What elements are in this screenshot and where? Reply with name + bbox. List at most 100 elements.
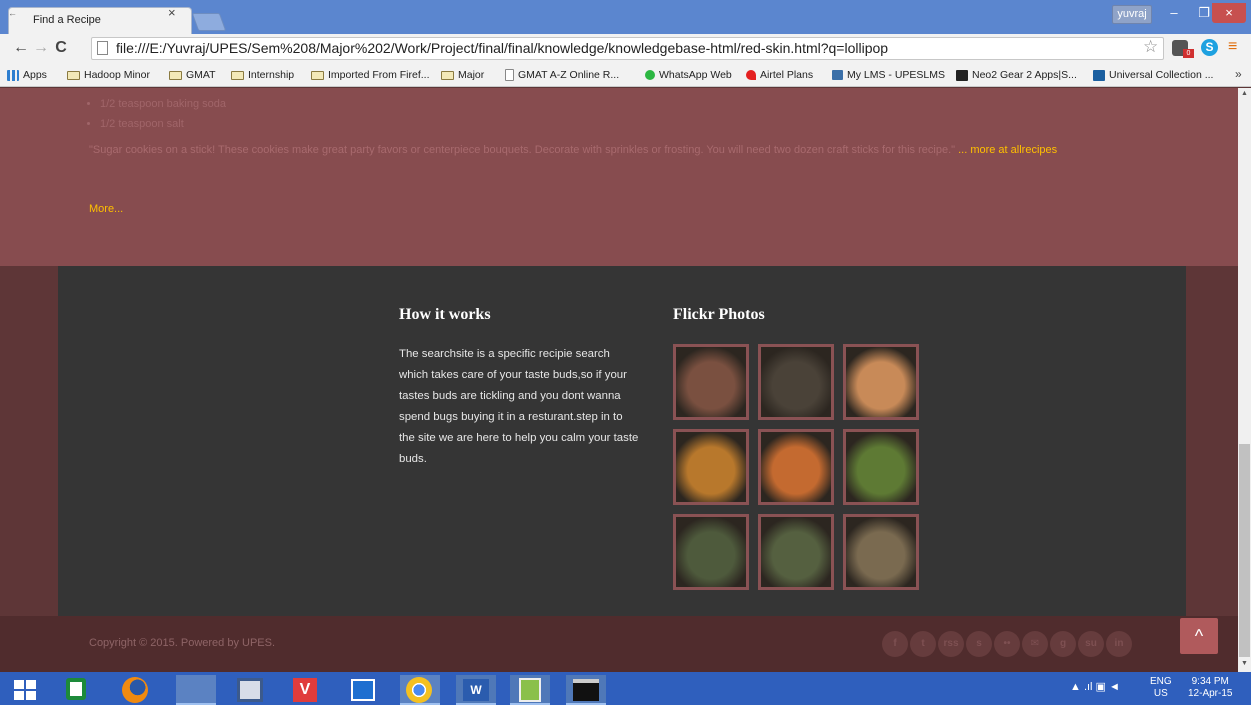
address-bar[interactable]: file:///E:/Yuvraj/UPES/Sem%208/Major%202… — [91, 37, 1164, 60]
scroll-down-icon[interactable]: ▼ — [1238, 660, 1251, 670]
food-photo — [761, 347, 831, 417]
universal-icon — [1093, 69, 1105, 81]
flickr-photo-soup-bowl-nachos[interactable] — [673, 429, 749, 505]
folder-icon — [231, 70, 244, 80]
scrollbar-thumb[interactable] — [1239, 444, 1250, 657]
whatsapp-icon — [645, 70, 655, 80]
recipe-section: 1/2 teaspoon baking soda 1/2 teaspoon sa… — [0, 88, 1238, 266]
flickr-photo-broth-bowl-bread[interactable] — [673, 514, 749, 590]
more-link[interactable]: More... — [89, 203, 123, 215]
bookmarks-bar: Apps Hadoop Minor GMAT Internship Import… — [0, 63, 1251, 87]
system-clock[interactable]: 9:34 PM 12-Apr-15 — [1188, 676, 1232, 700]
page-icon — [505, 69, 514, 81]
flickr-photo-green-salad[interactable] — [843, 429, 919, 505]
cmd-icon[interactable] — [573, 679, 599, 701]
list-item: 1/2 teaspoon salt — [100, 114, 226, 134]
ingredient-list: 1/2 teaspoon baking soda 1/2 teaspoon sa… — [100, 94, 226, 134]
firefox-icon[interactable] — [122, 677, 148, 703]
flickr-photo-salmon-dish[interactable] — [673, 344, 749, 420]
extension-badge: 0 — [1183, 49, 1194, 58]
airtel-icon — [746, 70, 756, 80]
description-text: "Sugar cookies on a stick! These cookies… — [89, 144, 956, 156]
apps-grid-icon — [7, 69, 19, 81]
more-at-link[interactable]: ... more at allrecipes — [958, 144, 1057, 156]
flickr-photo-cream-dish[interactable] — [843, 514, 919, 590]
close-window-button[interactable]: × — [1212, 3, 1246, 23]
linkedin-icon[interactable]: in — [1106, 631, 1132, 657]
facebook-icon[interactable]: f — [882, 631, 908, 657]
system-tray-icons[interactable]: ▲ .ıl ▣ ◄ — [1070, 680, 1120, 693]
notepad-plus-icon[interactable] — [519, 678, 541, 702]
mail-icon[interactable]: ✉ — [1022, 631, 1048, 657]
tab-favicon-icon: ← — [8, 8, 17, 18]
scroll-up-icon[interactable]: ▲ — [1238, 90, 1251, 100]
food-photo — [761, 517, 831, 587]
minimize-button[interactable]: – — [1160, 3, 1188, 23]
bookmark-internship[interactable]: Internship — [231, 69, 294, 81]
flickr-photo-caramel-cake[interactable] — [843, 344, 919, 420]
windows-start-icon[interactable] — [14, 680, 36, 700]
bookmark-neo2[interactable]: Neo2 Gear 2 Apps|S... — [956, 69, 1077, 81]
bookmark-star-icon[interactable]: ☆ — [1143, 37, 1158, 57]
bookmark-universal[interactable]: Universal Collection ... — [1093, 69, 1213, 81]
folder-icon — [169, 70, 182, 80]
list-item: 1/2 teaspoon baking soda — [100, 94, 226, 114]
bookmark-whatsapp[interactable]: WhatsApp Web — [645, 69, 732, 81]
bookmark-apps[interactable]: Apps — [7, 69, 47, 81]
how-it-works-title: How it works — [399, 306, 491, 323]
neo-icon — [956, 69, 968, 81]
flickr-photo-fried-calamari[interactable] — [758, 429, 834, 505]
google-icon[interactable]: g — [1050, 631, 1076, 657]
reload-icon[interactable]: C — [52, 38, 70, 58]
stumbleupon-icon[interactable]: su — [1078, 631, 1104, 657]
flickr-photos-title: Flickr Photos — [673, 306, 765, 323]
folder-icon — [441, 70, 454, 80]
bookmark-gmat[interactable]: GMAT — [169, 69, 216, 81]
virtualbox-icon[interactable] — [237, 678, 263, 702]
flickr-icon[interactable]: •• — [994, 631, 1020, 657]
food-photo — [676, 432, 746, 502]
chrome-menu-icon[interactable]: ≡ — [1228, 38, 1237, 56]
forward-arrow-icon[interactable]: → — [32, 38, 50, 58]
store-icon[interactable] — [66, 678, 86, 700]
language-indicator[interactable]: ENG US — [1150, 676, 1172, 700]
bookmark-airtel[interactable]: Airtel Plans — [746, 69, 813, 81]
flickr-photo-soup-with-bread[interactable] — [758, 514, 834, 590]
bookmark-hadoop-minor[interactable]: Hadoop Minor — [67, 69, 150, 81]
folder-icon — [311, 70, 324, 80]
lms-icon — [832, 70, 843, 80]
file-explorer-icon[interactable] — [176, 675, 216, 705]
recipe-description: "Sugar cookies on a stick! These cookies… — [89, 140, 1149, 161]
browser-tab[interactable]: Find a Recipe — [8, 7, 192, 34]
twitter-icon[interactable]: t — [910, 631, 936, 657]
vivaldi-icon[interactable]: V — [293, 678, 317, 702]
bookmark-gmat-az[interactable]: GMAT A-Z Online R... — [505, 69, 619, 81]
tab-close-icon[interactable]: × — [168, 5, 176, 20]
how-it-works-text: The searchsite is a specific recipie sea… — [399, 348, 639, 465]
profile-badge[interactable]: yuvraj — [1112, 5, 1152, 24]
chrome-icon[interactable] — [406, 677, 432, 703]
bookmark-major[interactable]: Major — [441, 69, 484, 81]
rss-icon[interactable]: rss — [938, 631, 964, 657]
folder-icon — [67, 70, 80, 80]
food-photo — [676, 347, 746, 417]
food-photo — [676, 517, 746, 587]
back-to-top-button[interactable]: ^ — [1180, 618, 1218, 654]
copyright-text: Copyright © 2015. Powered by UPES. — [89, 637, 276, 649]
web-page: 1/2 teaspoon baking soda 1/2 teaspoon sa… — [0, 88, 1238, 672]
skype-icon[interactable]: S — [1201, 39, 1218, 56]
remote-desktop-icon[interactable] — [351, 679, 375, 701]
food-photo — [761, 432, 831, 502]
page-icon — [97, 41, 108, 55]
word-icon[interactable]: W — [463, 679, 489, 701]
flickr-photo-plated-dessert[interactable] — [758, 344, 834, 420]
food-photo — [846, 517, 916, 587]
back-arrow-icon[interactable]: ← — [12, 38, 30, 58]
bookmark-lms[interactable]: My LMS - UPESLMS — [832, 69, 945, 81]
skype-icon[interactable]: s — [966, 631, 992, 657]
tab-title: Find a Recipe — [33, 14, 101, 26]
bookmarks-overflow-icon[interactable]: » — [1235, 67, 1242, 81]
food-photo — [846, 432, 916, 502]
food-photo — [846, 347, 916, 417]
bookmark-imported[interactable]: Imported From Firef... — [311, 69, 430, 81]
